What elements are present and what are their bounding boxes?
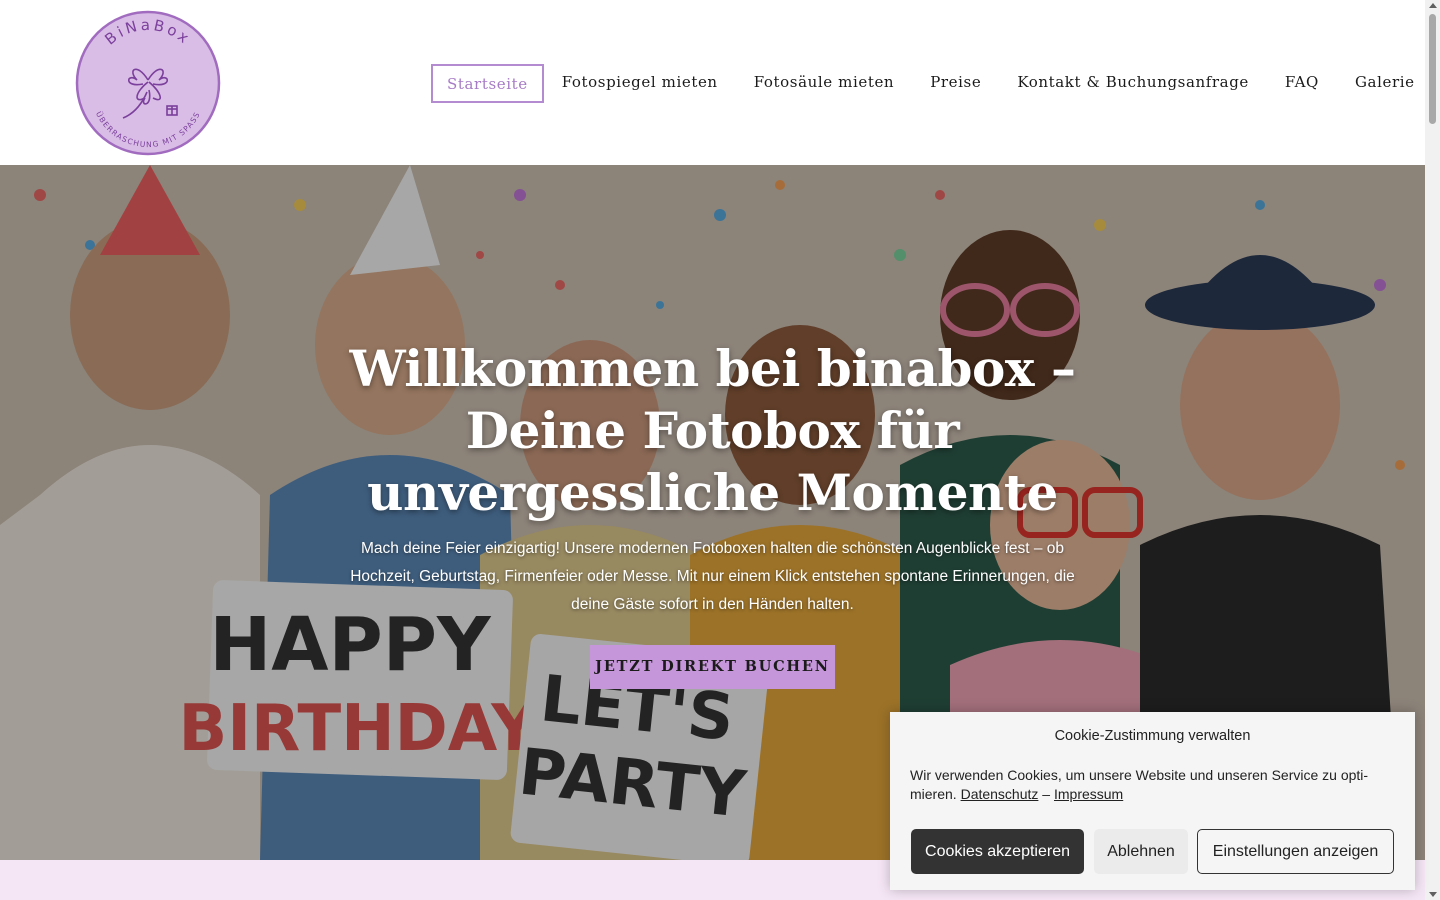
binabox-logo[interactable]: BiNaBox ÜBERRASCHUNG MIT SPASS — [75, 10, 221, 156]
cookie-banner-text: Wir verwenden Cookies, um unsere Website… — [910, 766, 1400, 804]
site-header: BiNaBox ÜBERRASCHUNG MIT SPASS Startseit… — [0, 0, 1425, 165]
nav-preise[interactable]: Preise — [912, 64, 999, 103]
hero-description: Mach deine Feier einzigartig! Unsere mod… — [350, 540, 1075, 613]
page-scrollbar[interactable] — [1425, 0, 1440, 900]
hero-title: Willkommen bei binabox – Deine Fotobox f… — [349, 339, 1076, 522]
nav-startseite[interactable]: Startseite — [431, 64, 544, 103]
nav-fotosaeule-mieten[interactable]: Fotosäule mieten — [736, 64, 912, 103]
imprint-link[interactable]: Impressum — [1054, 786, 1123, 802]
nav-fotospiegel-mieten[interactable]: Fotospiegel mieten — [544, 64, 736, 103]
scrollbar-thumb[interactable] — [1429, 14, 1436, 124]
privacy-link[interactable]: Datenschutz — [961, 786, 1039, 802]
scroll-down-arrow-icon[interactable] — [1429, 892, 1437, 897]
nav-faq[interactable]: FAQ — [1267, 64, 1337, 103]
book-now-button[interactable]: JETZT DIREKT BUCHEN — [590, 645, 835, 689]
nav-kontakt-buchungsanfrage[interactable]: Kontakt & Buchungsanfrage — [999, 64, 1267, 103]
accept-cookies-button[interactable]: Cookies akzeptieren — [911, 829, 1084, 874]
link-separator: – — [1042, 786, 1051, 802]
cookie-consent-banner: Cookie-Zustimmung verwalten Wir verwende… — [890, 712, 1415, 890]
cookie-banner-title: Cookie-Zustimmung verwalten — [1054, 728, 1251, 744]
cookie-settings-button[interactable]: Einstellungen anzeigen — [1197, 829, 1394, 874]
main-navigation: Startseite Fotospiegel mieten Fotosäule … — [431, 64, 1433, 103]
nav-galerie[interactable]: Galerie — [1337, 64, 1433, 103]
scroll-up-arrow-icon[interactable] — [1429, 3, 1437, 8]
deny-cookies-button[interactable]: Ablehnen — [1094, 829, 1188, 874]
